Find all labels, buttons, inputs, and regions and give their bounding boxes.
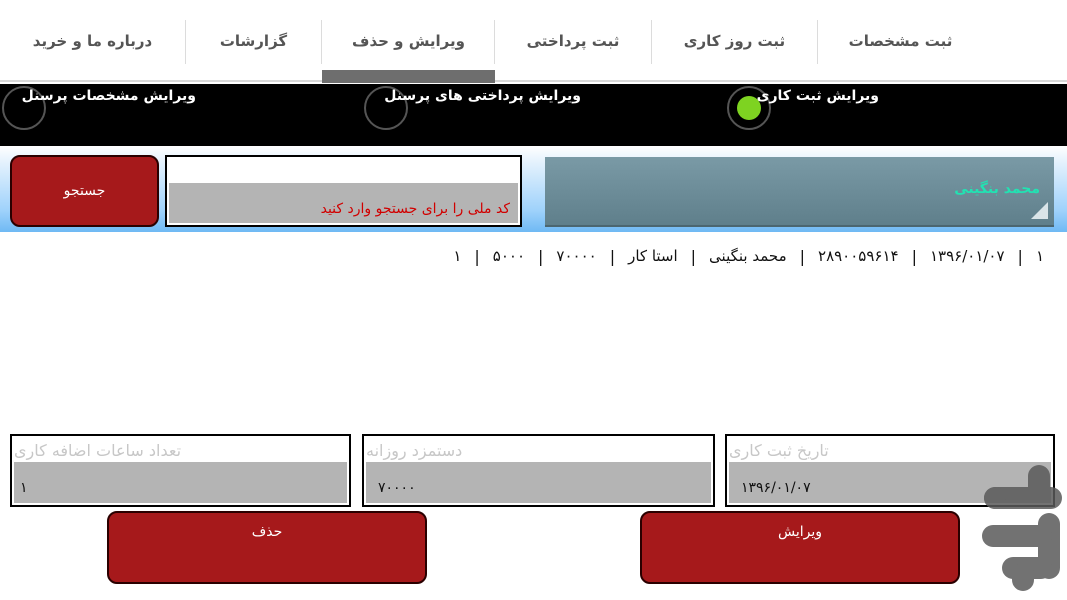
tab-divider bbox=[321, 20, 322, 64]
record-overtime-amount: ۵۰۰۰ bbox=[492, 247, 526, 265]
tab-label: ثبت مشخصات bbox=[848, 32, 953, 50]
main-tab-bar: ثبت مشخصات ثبت روز کاری ثبت پرداختی ویرا… bbox=[0, 0, 1067, 83]
tab-label: ثبت پرداختی bbox=[526, 32, 620, 50]
cafebazaar-logo-icon bbox=[976, 463, 1064, 593]
daily-wage-input[interactable] bbox=[378, 477, 578, 499]
daily-wage-label: دستمزد روزانه bbox=[366, 441, 463, 460]
tab-about-purchase[interactable]: درباره ما و خرید bbox=[0, 20, 185, 82]
edit-button[interactable]: ویرایش bbox=[640, 511, 960, 584]
tab-label: گزارشات bbox=[219, 32, 288, 50]
work-record-row[interactable]: ۱ | ۱۳۹۶/۰۱/۰۷ | ۲۸۹۰۰۵۹۶۱۴ | محمد بنگین… bbox=[440, 244, 1057, 268]
overtime-hours-input[interactable] bbox=[20, 477, 220, 499]
tab-label: ثبت روز کاری bbox=[683, 32, 786, 50]
record-overtime-hours: ۱ bbox=[453, 247, 462, 265]
search-panel: جستجو محمد بنگینی bbox=[0, 146, 1067, 232]
overtime-hours-field: تعداد ساعات اضافه کاری bbox=[10, 434, 351, 507]
edit-mode-radio-group: ویرایش ثبت کاری ویرایش پرداختی های پرسنل… bbox=[0, 84, 1067, 146]
selected-person-name: محمد بنگینی bbox=[954, 181, 1040, 197]
tab-divider bbox=[817, 20, 818, 64]
record-person-name: محمد بنگینی bbox=[709, 247, 787, 265]
radio-edit-profile-label[interactable]: ویرایش مشخصات پرسنل bbox=[22, 88, 196, 104]
national-code-search-box bbox=[165, 155, 522, 227]
record-index: ۱ bbox=[1035, 247, 1044, 265]
radio-edit-workday-label[interactable]: ویرایش ثبت کاری bbox=[757, 88, 879, 104]
overtime-hours-label: تعداد ساعات اضافه کاری bbox=[14, 441, 182, 460]
tab-divider bbox=[185, 20, 186, 64]
national-code-search-input[interactable] bbox=[171, 197, 510, 221]
search-button-label: جستجو bbox=[63, 183, 106, 199]
work-date-label: تاریخ ثبت کاری bbox=[729, 441, 829, 460]
record-daily-wage: ۷۰۰۰۰ bbox=[556, 247, 597, 265]
tab-register-profile[interactable]: ثبت مشخصات bbox=[818, 20, 983, 82]
delete-button[interactable]: حذف bbox=[107, 511, 427, 584]
tab-register-payment[interactable]: ثبت پرداختی bbox=[495, 20, 651, 82]
tab-reports[interactable]: گزارشات bbox=[186, 20, 321, 82]
record-job-title: استا کار bbox=[628, 247, 678, 265]
delete-button-label: حذف bbox=[251, 524, 283, 540]
tab-divider bbox=[651, 20, 652, 64]
person-dropdown[interactable]: محمد بنگینی bbox=[545, 157, 1054, 227]
radio-edit-payments-label[interactable]: ویرایش پرداختی های پرسنل bbox=[384, 88, 581, 104]
search-button[interactable]: جستجو bbox=[10, 155, 159, 227]
record-date: ۱۳۹۶/۰۱/۰۷ bbox=[929, 247, 1005, 265]
daily-wage-field: دستمزد روزانه bbox=[362, 434, 715, 507]
dropdown-corner-icon bbox=[1031, 202, 1048, 219]
edit-button-label: ویرایش bbox=[777, 524, 823, 540]
work-date-input[interactable] bbox=[741, 477, 941, 499]
record-national-code: ۲۸۹۰۰۵۹۶۱۴ bbox=[818, 247, 899, 265]
tab-label: درباره ما و خرید bbox=[32, 32, 153, 50]
tab-register-workday[interactable]: ثبت روز کاری bbox=[652, 20, 817, 82]
selected-tab-indicator bbox=[322, 70, 495, 83]
